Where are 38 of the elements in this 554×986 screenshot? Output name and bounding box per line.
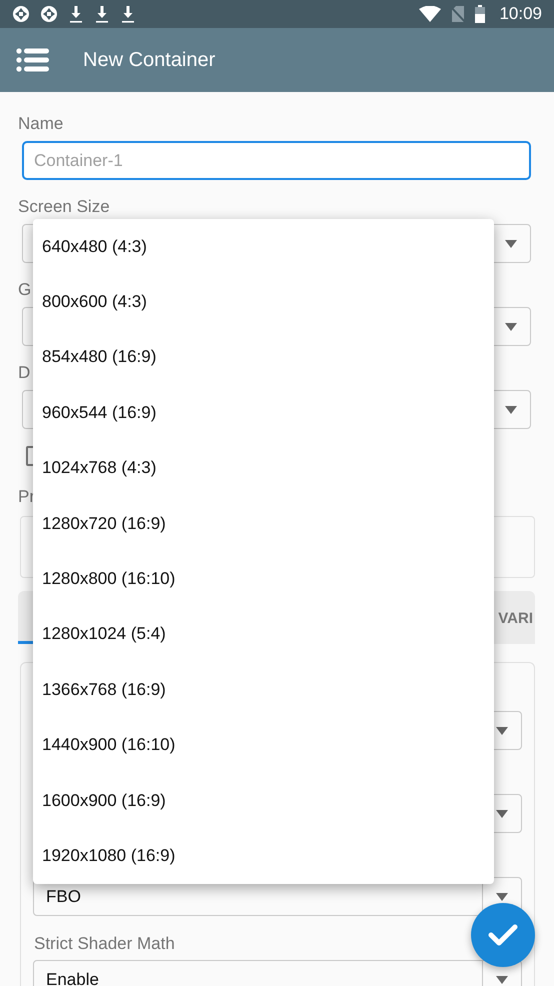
field-label: Strict Shader Math [33, 934, 175, 954]
download-icon [94, 5, 110, 23]
dropdown-arrow-icon [504, 404, 518, 414]
download-icon [68, 5, 84, 23]
menu-option[interactable]: 1280x1024 (5:4) [33, 606, 494, 662]
dropdown-arrow-icon [504, 322, 518, 332]
no-sim-icon [451, 5, 466, 23]
select-field[interactable]: Enable [33, 960, 522, 986]
wifi-icon [419, 6, 442, 22]
field-label: Pr [18, 487, 36, 507]
field-label: Name [18, 114, 64, 134]
menu-option[interactable]: 1280x800 (16:10) [33, 551, 494, 607]
field-label: D [18, 363, 32, 383]
menu-option[interactable]: 1366x768 (16:9) [33, 662, 494, 718]
field-label: G [18, 280, 32, 300]
battery-icon [475, 5, 486, 23]
dropdown-arrow-icon [495, 726, 509, 736]
menu-option[interactable]: 854x480 (16:9) [33, 330, 494, 386]
dropdown-arrow-icon [495, 974, 509, 984]
menu-option[interactable]: 1440x900 (16:10) [33, 718, 494, 773]
menu-option[interactable]: 1280x720 (16:9) [33, 496, 494, 552]
menu-button[interactable] [16, 48, 49, 72]
menu-option[interactable]: 960x544 (16:9) [33, 385, 494, 441]
download-icon [120, 5, 136, 23]
tab[interactable]: VARI [498, 591, 535, 644]
menu-option[interactable]: 1024x768 (4:3) [33, 440, 494, 496]
dropdown-arrow-icon [495, 808, 509, 818]
screen-title: New Container [83, 48, 216, 72]
name-input-field[interactable]: Container-1 [22, 141, 531, 180]
confirm-button[interactable] [471, 903, 535, 967]
checkmark-icon [488, 923, 518, 947]
dropdown-arrow-icon [504, 238, 518, 248]
dropdown-arrow-icon [495, 892, 509, 902]
clock-time: 10:09 [499, 4, 542, 24]
menu-option[interactable]: 1600x900 (16:9) [33, 772, 494, 828]
menu-option[interactable]: 640x480 (4:3) [33, 219, 494, 274]
menu-option[interactable]: 800x600 (4:3) [33, 274, 494, 330]
field-label: Screen Size [18, 197, 111, 217]
